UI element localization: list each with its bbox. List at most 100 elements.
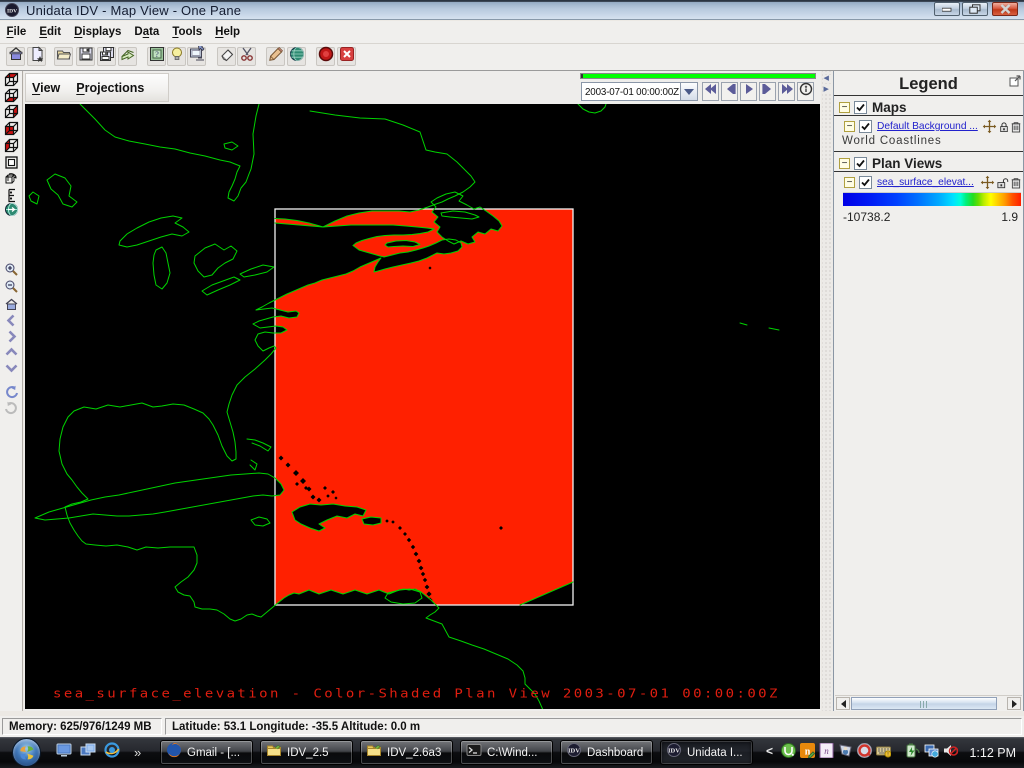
display-link[interactable]: Default Background ... — [877, 121, 980, 132]
tray-quicktime-icon[interactable] — [857, 743, 872, 758]
viewpoint-east-view-button[interactable] — [3, 123, 20, 139]
menu-displays[interactable]: Displays — [68, 23, 128, 41]
toolbar-publish-button[interactable] — [187, 47, 206, 66]
checkbox-sea-surface[interactable] — [859, 176, 872, 189]
viewpoint-zoom-out-button[interactable] — [3, 281, 20, 297]
folder-icon — [366, 742, 382, 763]
taskbar-window-label: C:\Wind... — [487, 747, 537, 759]
toolbar-save-bundle-button[interactable] — [76, 47, 95, 66]
toolbar-remove-displays-button[interactable] — [217, 47, 236, 66]
legend-splitter[interactable]: ◀ ▶ — [822, 71, 833, 711]
taskbar-clock[interactable]: 1:12 PM — [969, 737, 1016, 768]
viewpoint-zoom-in-button[interactable] — [3, 264, 20, 280]
toolbar-projection-globe-button[interactable] — [287, 47, 306, 66]
menu-tools[interactable]: Tools — [166, 23, 209, 41]
viewpoint-south-view-button[interactable] — [3, 140, 20, 156]
colorbar[interactable] — [843, 192, 1021, 206]
menu-help[interactable]: Help — [209, 23, 247, 41]
viewpoint-north-view-button[interactable] — [3, 106, 20, 122]
tray-keyboard-icon[interactable]: ! — [876, 743, 891, 758]
quicklaunch-internet-explorer-icon[interactable] — [104, 742, 120, 763]
toolbar-new-bundle-button[interactable] — [27, 47, 46, 66]
quicklaunch-show-desktop-icon[interactable] — [56, 743, 72, 762]
overflow-chevron-icon[interactable]: » — [134, 745, 141, 760]
tray-power-icon[interactable] — [905, 743, 920, 758]
time-combobox[interactable]: 2003-07-01 00:00:00Z — [581, 82, 698, 101]
restore-button[interactable] — [962, 2, 988, 16]
taskbar-window-1[interactable]: IDV_2.5 — [260, 740, 353, 765]
anim-beginning-button[interactable] — [702, 82, 719, 101]
anim-step-forward-button[interactable] — [759, 82, 776, 101]
toolbar-edit-color-table-button[interactable] — [266, 47, 285, 66]
minimize-button[interactable] — [934, 2, 960, 16]
checkbox-maps[interactable] — [854, 101, 867, 114]
publish-icon — [189, 46, 205, 67]
anim-play-button[interactable] — [740, 82, 757, 101]
collapse-sea-surface-icon[interactable]: − — [844, 177, 855, 188]
toolbar-capture-movie-button[interactable] — [316, 47, 335, 66]
taskbar-window-0[interactable]: Gmail - [... — [160, 740, 253, 765]
legend-hscrollbar[interactable] — [835, 695, 1022, 710]
toolbar-field-selector-button[interactable]: ? — [147, 47, 166, 66]
taskbar-window-4[interactable]: IDVDashboard — [560, 740, 653, 765]
viewpoint-reset-projection-button[interactable] — [3, 157, 20, 173]
display-link[interactable]: sea_surface_elevat... — [877, 177, 978, 188]
viewpoint-pan-down-button[interactable] — [3, 362, 20, 378]
menu-edit[interactable]: Edit — [33, 23, 68, 41]
trash-icon[interactable] — [1011, 121, 1021, 133]
viewpoint-globe-view-button[interactable] — [3, 204, 20, 220]
toolbar-remove-displays-data-button[interactable] — [237, 47, 256, 66]
menu-data[interactable]: Data — [128, 23, 166, 41]
checkbox-default-background[interactable] — [859, 120, 872, 133]
scroll-right-icon[interactable] — [1007, 697, 1021, 710]
collapse-plan-views-icon[interactable]: − — [839, 158, 850, 169]
scroll-left-icon[interactable] — [836, 697, 850, 710]
menu-file[interactable]: File — [0, 23, 33, 41]
tray-volume-muted-icon[interactable] — [943, 743, 958, 758]
titlebar[interactable]: IDV Unidata IDV - Map View - One Pane — [0, 0, 1024, 20]
menu-view[interactable]: View — [32, 81, 60, 95]
move-display-icon[interactable] — [980, 175, 995, 190]
close-button[interactable] — [992, 2, 1018, 16]
quicklaunch-window-switcher-icon[interactable] — [80, 743, 96, 762]
trash-icon[interactable] — [1011, 177, 1021, 189]
toolbar-export-button[interactable] — [118, 47, 137, 66]
anim-step-back-button[interactable] — [721, 82, 738, 101]
start-button[interactable] — [12, 738, 41, 767]
collapse-default-background-icon[interactable]: − — [844, 121, 855, 132]
taskbar-window-5[interactable]: IDVUnidata I... — [660, 740, 753, 765]
unlock-icon[interactable] — [997, 177, 1009, 189]
map-canvas[interactable] — [25, 104, 820, 709]
tray-expand-icon[interactable]: < — [766, 744, 773, 758]
menu-projections[interactable]: Projections — [76, 81, 144, 95]
collapse-left-icon[interactable]: ◀ — [824, 75, 832, 83]
checkbox-plan-views[interactable] — [854, 157, 867, 170]
toolbar-show-legend-tips-button[interactable] — [167, 47, 186, 66]
legend-group-plan-views: − Plan Views — [839, 156, 1021, 171]
scroll-thumb[interactable] — [851, 697, 997, 710]
tray-network-icon[interactable] — [924, 743, 939, 758]
combo-dropdown-icon[interactable] — [680, 83, 697, 100]
tray-utorrent-icon[interactable] — [781, 743, 796, 758]
tray-onenote-icon[interactable]: n — [819, 743, 834, 758]
toolbar-open-bundle-button[interactable] — [54, 47, 73, 66]
anim-end-button[interactable] — [778, 82, 795, 101]
taskbar-window-3[interactable]: C:\Wind... — [460, 740, 553, 765]
tray-messenger-icon[interactable] — [838, 743, 853, 758]
collapse-right-icon[interactable]: ▶ — [824, 86, 832, 94]
lock-icon[interactable] — [999, 121, 1009, 133]
anim-properties-button[interactable] — [797, 82, 814, 101]
animation-progress-bar[interactable] — [580, 73, 816, 79]
pan-down-icon — [4, 360, 19, 380]
step-forward-icon — [760, 81, 776, 102]
move-display-icon[interactable] — [982, 119, 997, 134]
toolbar-exit-button[interactable] — [337, 47, 356, 66]
taskbar: » Gmail - [... IDV_2.5 IDV_2.6a3 C:\Wind...… — [0, 737, 1024, 768]
tray-onenote-orange-icon[interactable]: n — [800, 743, 815, 758]
toolbar-show-dashboard-button[interactable] — [6, 47, 25, 66]
float-legend-icon[interactable] — [1009, 74, 1021, 92]
viewpoint-redo-button[interactable] — [3, 403, 20, 419]
collapse-maps-icon[interactable]: − — [839, 102, 850, 113]
toolbar-save-bundle-as-button[interactable] — [97, 47, 116, 66]
taskbar-window-2[interactable]: IDV_2.6a3 — [360, 740, 453, 765]
